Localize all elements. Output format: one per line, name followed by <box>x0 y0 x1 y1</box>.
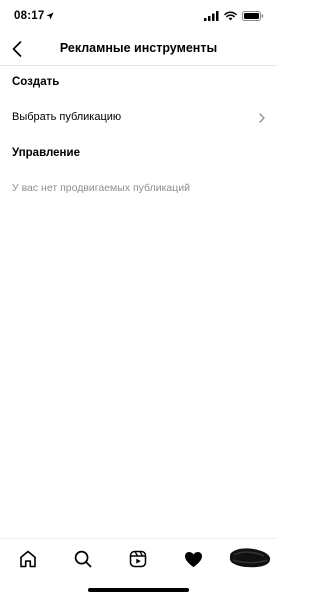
avatar-image <box>229 548 271 568</box>
battery-icon <box>242 11 264 21</box>
tab-home[interactable] <box>16 547 40 571</box>
reels-icon <box>129 550 147 568</box>
home-icon <box>20 550 36 568</box>
navigation-header: Рекламные инструменты <box>0 34 277 66</box>
status-time: 08:17 <box>14 10 45 22</box>
tab-reels[interactable] <box>126 547 150 571</box>
home-indicator <box>88 588 189 592</box>
select-publication-row[interactable]: Выбрать публикацию <box>0 103 277 133</box>
profile-avatar[interactable] <box>228 547 272 569</box>
empty-state-text: У вас нет продвигаемых публикаций <box>12 182 190 194</box>
page-title: Рекламные инструменты <box>59 41 218 55</box>
status-indicators <box>204 11 264 21</box>
section-title-manage: Управление <box>12 147 80 159</box>
status-bar: 08:17 <box>0 0 277 34</box>
bottom-tab-bar <box>0 538 277 579</box>
chevron-right-icon <box>259 113 265 123</box>
section-title-create: Создать <box>12 76 60 88</box>
tab-search[interactable] <box>71 547 95 571</box>
wifi-icon <box>224 11 237 21</box>
search-icon <box>74 550 92 568</box>
signal-icon <box>204 11 219 21</box>
location-arrow-icon <box>46 12 54 20</box>
tab-activity[interactable] <box>181 547 205 571</box>
heart-icon <box>184 551 202 567</box>
select-publication-label: Выбрать публикацию <box>12 111 122 123</box>
